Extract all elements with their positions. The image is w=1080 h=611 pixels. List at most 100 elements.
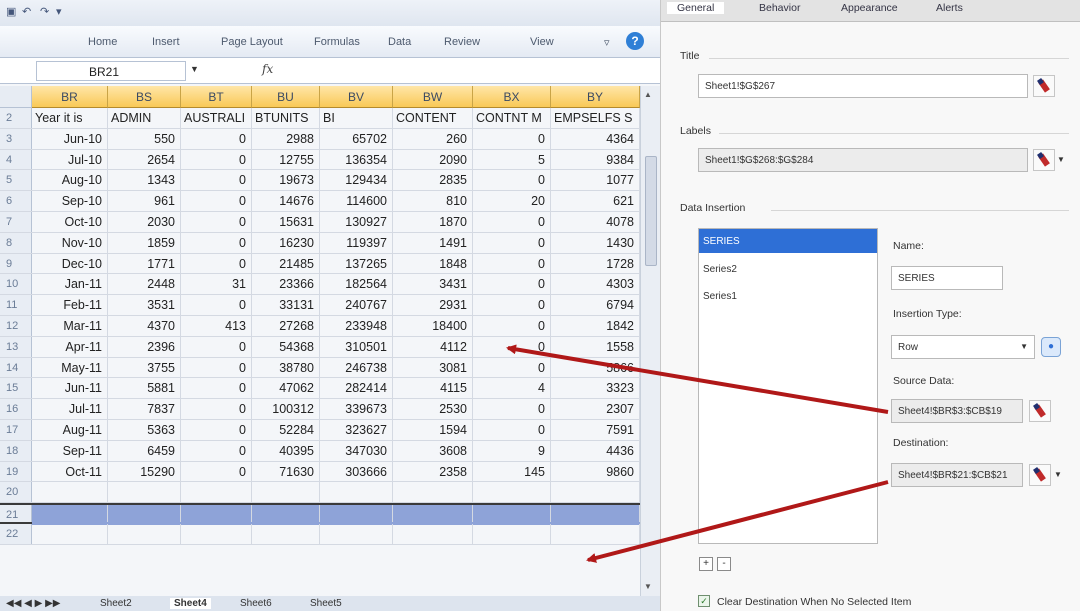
table-cell[interactable]: May-11: [32, 357, 108, 378]
row-number[interactable]: 21: [0, 505, 32, 522]
table-cell[interactable]: 303666: [320, 461, 393, 482]
table-cell[interactable]: 3531: [108, 295, 181, 315]
table-cell[interactable]: 9384: [551, 149, 640, 170]
table-cell[interactable]: Year it is: [32, 108, 108, 128]
table-cell[interactable]: 15631: [252, 212, 320, 232]
table-cell[interactable]: CONTENT: [393, 108, 473, 128]
table-cell[interactable]: 47062: [252, 378, 320, 399]
table-cell[interactable]: [320, 482, 393, 503]
row-number[interactable]: 12: [0, 316, 32, 336]
tab-sheet2[interactable]: Sheet2: [100, 598, 132, 609]
table-cell[interactable]: 182564: [320, 274, 393, 295]
table-cell[interactable]: [320, 505, 393, 522]
column-header-br[interactable]: BR: [32, 86, 108, 108]
table-cell[interactable]: [181, 505, 252, 522]
table-cell[interactable]: 52284: [252, 420, 320, 440]
table-cell[interactable]: 100312: [252, 399, 320, 419]
column-header-bv[interactable]: BV: [320, 86, 393, 108]
insertion-type-select[interactable]: Row ▼: [891, 335, 1035, 359]
column-header-by[interactable]: BY: [551, 86, 640, 108]
column-header-bu[interactable]: BU: [252, 86, 320, 108]
table-cell[interactable]: BTUNITS: [252, 108, 320, 128]
destination-cell-picker-icon[interactable]: [1029, 464, 1051, 486]
redo-icon[interactable]: ↷: [40, 5, 49, 18]
table-cell[interactable]: 0: [181, 232, 252, 253]
row-number[interactable]: 2: [0, 108, 32, 128]
table-cell[interactable]: Jun-11: [32, 378, 108, 399]
table-cell[interactable]: 3608: [393, 440, 473, 461]
table-cell[interactable]: 0: [473, 357, 551, 378]
row-number[interactable]: 13: [0, 336, 32, 357]
row-number[interactable]: 19: [0, 461, 32, 482]
row-number[interactable]: 10: [0, 274, 32, 295]
insert-function-icon[interactable]: fx: [262, 62, 273, 76]
row-number[interactable]: 8: [0, 232, 32, 253]
table-cell[interactable]: 130927: [320, 212, 393, 232]
table-cell[interactable]: 3755: [108, 357, 181, 378]
table-cell[interactable]: 1870: [393, 212, 473, 232]
table-cell[interactable]: 16230: [252, 232, 320, 253]
table-cell[interactable]: 2448: [108, 274, 181, 295]
table-cell[interactable]: 4: [473, 378, 551, 399]
table-cell[interactable]: 14676: [252, 191, 320, 211]
table-cell[interactable]: 1594: [393, 420, 473, 440]
tab-review[interactable]: Review: [444, 36, 480, 48]
table-cell[interactable]: 0: [181, 440, 252, 461]
table-cell[interactable]: 2988: [252, 128, 320, 149]
table-cell[interactable]: 0: [181, 128, 252, 149]
table-cell[interactable]: Oct-11: [32, 461, 108, 482]
table-cell[interactable]: 0: [473, 420, 551, 440]
table-cell[interactable]: 4303: [551, 274, 640, 295]
minimize-ribbon-icon[interactable]: ▿: [604, 36, 610, 49]
table-cell[interactable]: [108, 524, 181, 544]
table-cell[interactable]: 5363: [108, 420, 181, 440]
table-cell[interactable]: 0: [181, 378, 252, 399]
table-cell[interactable]: 0: [473, 295, 551, 315]
table-cell[interactable]: 0: [181, 170, 252, 191]
title-field[interactable]: Sheet1!$G$267: [698, 74, 1028, 98]
help-icon[interactable]: ?: [626, 32, 644, 50]
table-cell[interactable]: [551, 524, 640, 544]
table-cell[interactable]: [32, 505, 108, 522]
table-cell[interactable]: [393, 524, 473, 544]
table-cell[interactable]: [551, 482, 640, 503]
table-cell[interactable]: [473, 524, 551, 544]
table-cell[interactable]: 71630: [252, 461, 320, 482]
tab-formulas[interactable]: Formulas: [314, 36, 360, 48]
table-cell[interactable]: Aug-10: [32, 170, 108, 191]
table-cell[interactable]: Sep-11: [32, 440, 108, 461]
table-cell[interactable]: 0: [473, 128, 551, 149]
table-cell[interactable]: [320, 524, 393, 544]
table-cell[interactable]: 0: [473, 336, 551, 357]
table-cell[interactable]: 4112: [393, 336, 473, 357]
table-cell[interactable]: 0: [181, 399, 252, 419]
table-cell[interactable]: Oct-10: [32, 212, 108, 232]
row-number[interactable]: 14: [0, 357, 32, 378]
table-cell[interactable]: 2931: [393, 295, 473, 315]
table-cell[interactable]: Jul-10: [32, 149, 108, 170]
source-cell-picker-icon[interactable]: [1029, 400, 1051, 422]
table-cell[interactable]: 550: [108, 128, 181, 149]
table-cell[interactable]: [551, 505, 640, 522]
tab-appearance[interactable]: Appearance: [841, 2, 898, 14]
remove-series-button[interactable]: -: [717, 557, 731, 571]
save-icon[interactable]: ▣: [6, 5, 16, 18]
table-cell[interactable]: 23366: [252, 274, 320, 295]
table-cell[interactable]: 65702: [320, 128, 393, 149]
table-cell[interactable]: Jul-11: [32, 399, 108, 419]
labels-dropdown-icon[interactable]: ▼: [1057, 155, 1065, 164]
table-cell[interactable]: 18400: [393, 316, 473, 336]
table-cell[interactable]: 40395: [252, 440, 320, 461]
tab-insert[interactable]: Insert: [152, 36, 180, 48]
tab-sheet4[interactable]: Sheet4: [170, 598, 211, 609]
table-cell[interactable]: 9: [473, 440, 551, 461]
series-list-item[interactable]: Series2: [703, 264, 737, 275]
table-cell[interactable]: 0: [473, 253, 551, 274]
row-number[interactable]: 9: [0, 253, 32, 274]
labels-cell-picker-icon[interactable]: [1033, 149, 1055, 171]
table-cell[interactable]: 0: [473, 170, 551, 191]
table-cell[interactable]: 0: [181, 357, 252, 378]
clear-destination-checkbox[interactable]: ✓: [698, 595, 710, 607]
row-number[interactable]: 6: [0, 191, 32, 211]
sheet-nav-icon[interactable]: ◀◀ ◀ ▶ ▶▶: [6, 598, 60, 609]
